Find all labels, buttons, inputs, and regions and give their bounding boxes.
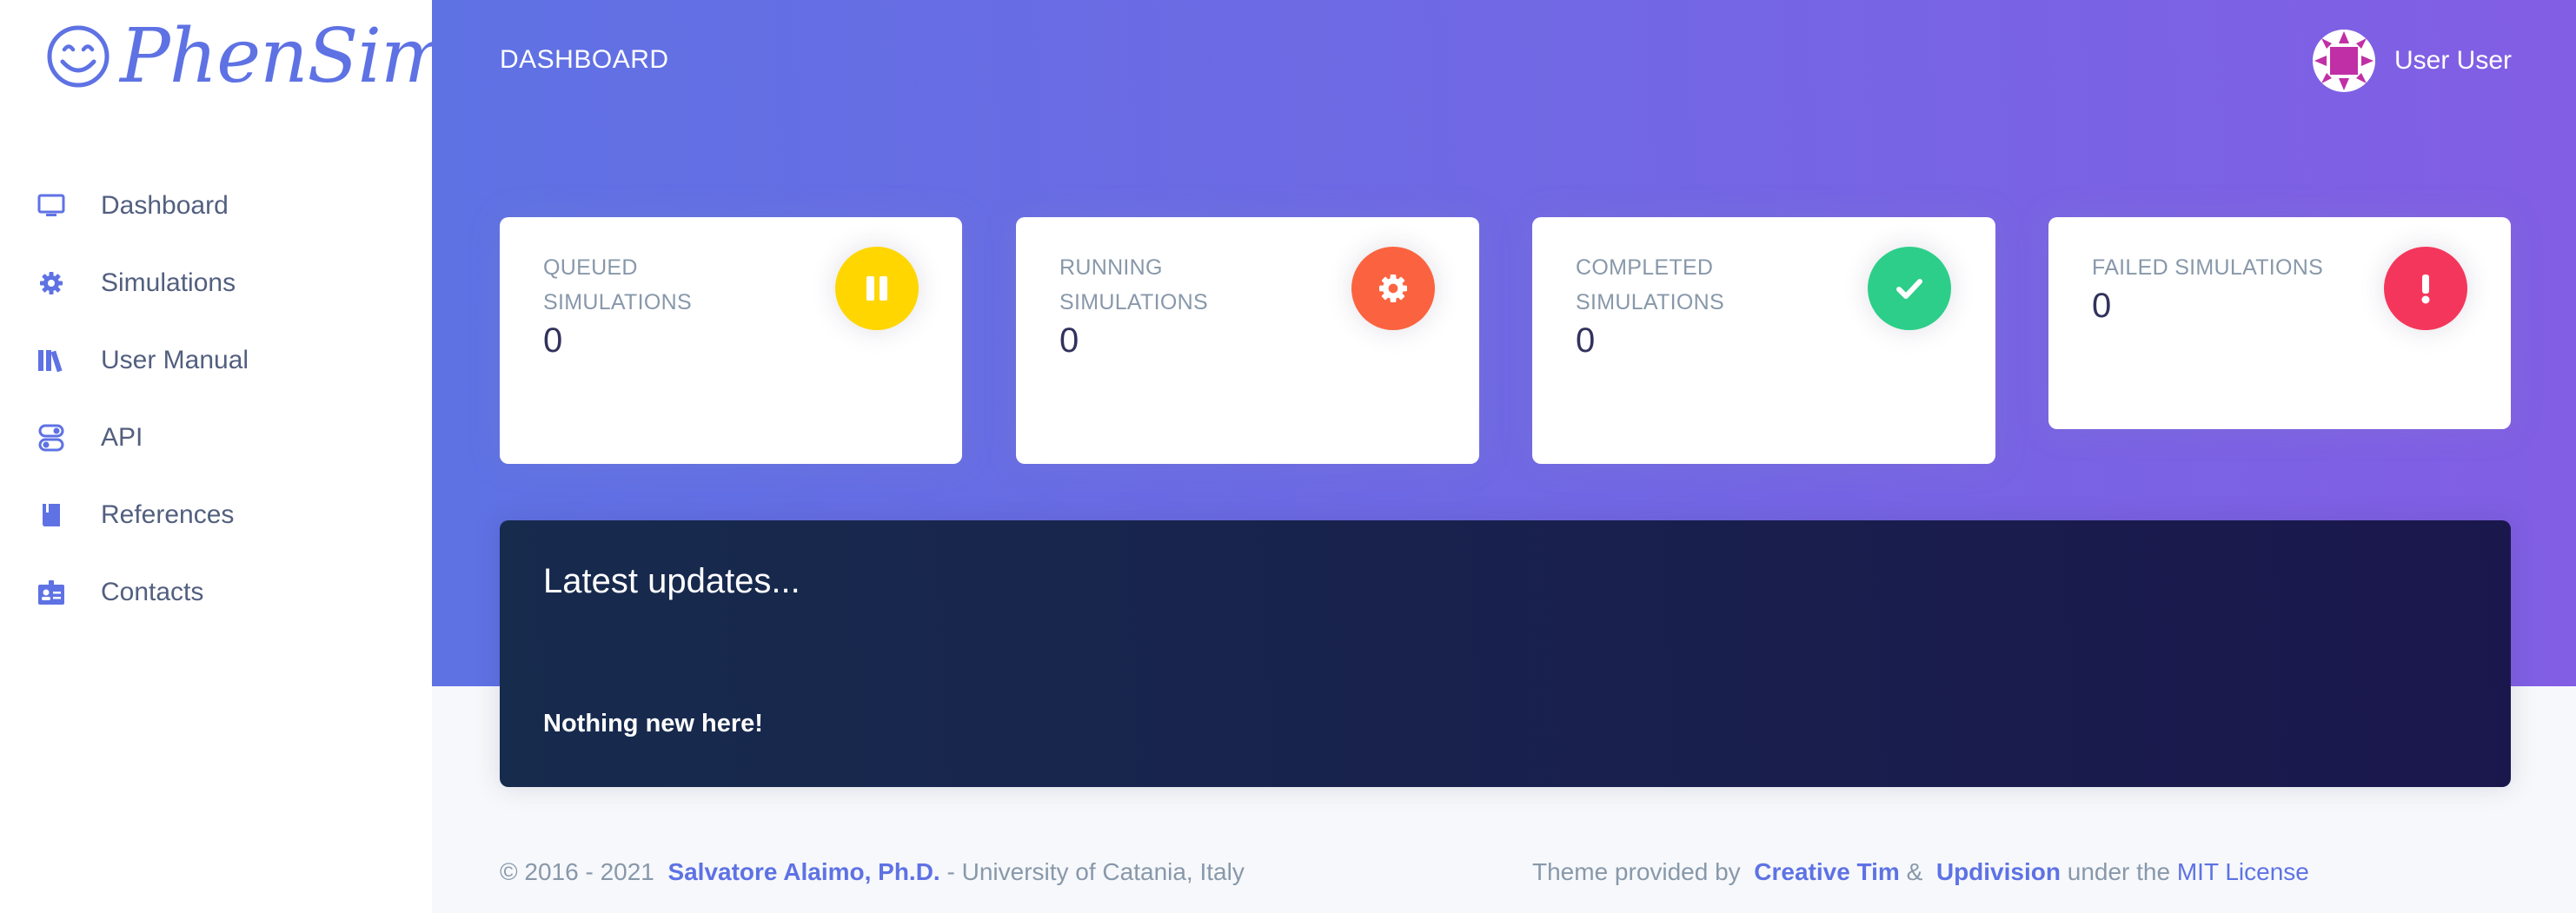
- card-title-line: SIMULATIONS: [1059, 290, 1208, 314]
- sidebar-item-dashboard[interactable]: Dashboard: [0, 175, 432, 236]
- updates-body: Nothing new here!: [543, 710, 763, 738]
- card-title-line: QUEUED: [543, 255, 638, 280]
- footer-copyright: © 2016 - 2021 Salvatore Alaimo, Ph.D. - …: [500, 858, 1245, 886]
- stat-card-running: RUNNING SIMULATIONS 0: [1016, 217, 1479, 464]
- gear-icon: [1351, 247, 1435, 330]
- card-title: COMPLETED SIMULATIONS: [1576, 250, 1724, 320]
- sidebar-item-label: References: [101, 500, 235, 529]
- brand-name: PhenSim: [120, 13, 452, 100]
- license-prefix-text: under the: [2067, 858, 2171, 885]
- sidebar-item-label: Dashboard: [101, 191, 229, 220]
- card-title-line: RUNNING: [1059, 255, 1163, 280]
- mit-license-link[interactable]: MIT License: [2177, 858, 2309, 885]
- badge-icon: [37, 578, 66, 607]
- gear-icon: [37, 268, 66, 298]
- card-title: QUEUED SIMULATIONS: [543, 250, 692, 320]
- copyright-text: © 2016 - 2021: [500, 858, 654, 885]
- creative-tim-link[interactable]: Creative Tim: [1754, 858, 1900, 885]
- sidebar-item-label: Contacts: [101, 578, 204, 606]
- card-value: 0: [1059, 321, 1079, 360]
- brand-logo[interactable]: PhenSim: [45, 13, 452, 100]
- latest-updates-card: Latest updates... Nothing new here!: [500, 520, 2511, 787]
- sidebar-item-label: User Manual: [101, 346, 249, 374]
- card-title: RUNNING SIMULATIONS: [1059, 250, 1208, 320]
- user-menu[interactable]: User User: [2312, 28, 2512, 94]
- card-title-line: FAILED SIMULATIONS: [2092, 255, 2324, 280]
- sidebar-item-api[interactable]: API: [0, 407, 432, 468]
- sidebar-item-user-manual[interactable]: User Manual: [0, 330, 432, 391]
- card-title-line: SIMULATIONS: [1576, 290, 1724, 314]
- theme-prefix-text: Theme provided by: [1532, 858, 1741, 885]
- sidebar-item-label: Simulations: [101, 268, 236, 297]
- sidebar: PhenSim Dashboard Simulations User Manua…: [0, 0, 452, 913]
- amp-text: &: [1906, 858, 1923, 885]
- monitor-icon: [37, 191, 66, 221]
- updates-title: Latest updates...: [543, 562, 800, 600]
- sidebar-item-contacts[interactable]: Contacts: [0, 562, 432, 623]
- stat-card-completed: COMPLETED SIMULATIONS 0: [1532, 217, 1995, 464]
- card-title-line: COMPLETED: [1576, 255, 1714, 280]
- stat-card-failed: FAILED SIMULATIONS 0: [2048, 217, 2511, 429]
- sidebar-item-simulations[interactable]: Simulations: [0, 253, 432, 314]
- smiley-icon: [47, 25, 110, 88]
- author-link[interactable]: Salvatore Alaimo, Ph.D.: [667, 858, 939, 885]
- library-icon: [37, 346, 66, 375]
- updivision-link[interactable]: Updivision: [1936, 858, 2061, 885]
- card-title: FAILED SIMULATIONS: [2092, 250, 2323, 285]
- card-value: 0: [2092, 287, 2112, 325]
- user-name: User User: [2393, 46, 2512, 75]
- exclamation-icon: [2384, 247, 2467, 330]
- main-content: DASHBOARD User User QUEUED SIMULATIONS 0…: [432, 0, 2576, 913]
- pause-icon: [835, 247, 919, 330]
- card-value: 0: [1576, 321, 1596, 360]
- check-icon: [1868, 247, 1951, 330]
- card-value: 0: [543, 321, 563, 360]
- book-icon: [37, 500, 66, 530]
- card-title-line: SIMULATIONS: [543, 290, 692, 314]
- page-title[interactable]: DASHBOARD: [500, 45, 669, 75]
- sidebar-item-label: API: [101, 423, 143, 452]
- avatar: [2312, 30, 2375, 92]
- sidebar-item-references[interactable]: References: [0, 485, 432, 546]
- affiliation-text: - University of Catania, Italy: [946, 858, 1245, 885]
- toggle-icon: [37, 423, 66, 453]
- stat-card-queued: QUEUED SIMULATIONS 0: [500, 217, 962, 464]
- footer-credits: Theme provided by Creative Tim & Updivis…: [1532, 858, 2309, 886]
